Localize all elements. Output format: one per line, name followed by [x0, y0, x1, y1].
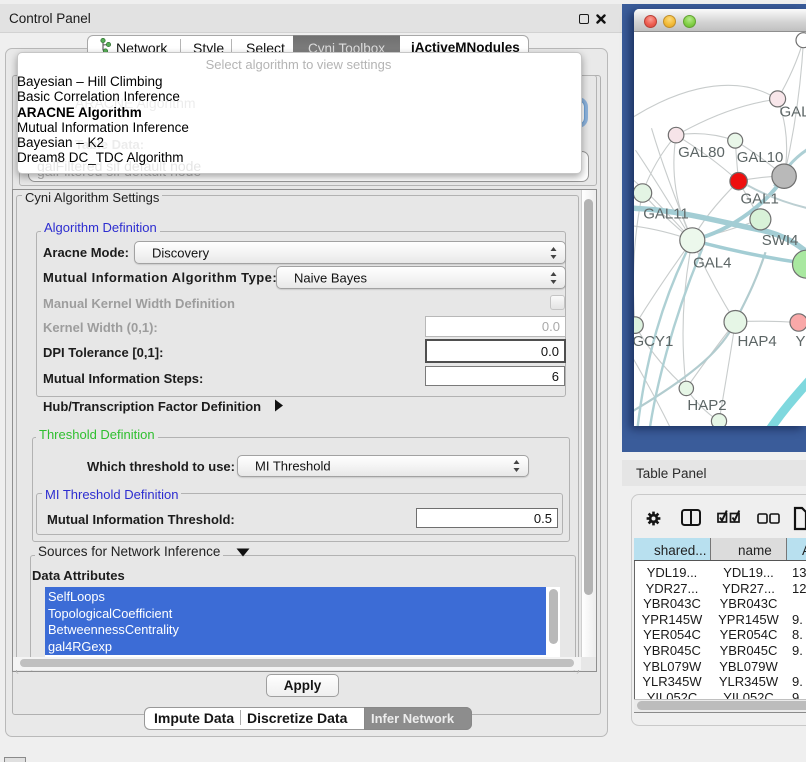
svg-text:SWI4: SWI4	[762, 232, 799, 249]
svg-text:Y: Y	[796, 333, 806, 350]
svg-text:HAP4: HAP4	[738, 333, 777, 350]
svg-text:GAL11: GAL11	[643, 206, 689, 223]
svg-text:GAL7: GAL7	[780, 103, 806, 120]
svg-text:GAL80: GAL80	[678, 144, 725, 161]
svg-text:GCY1: GCY1	[634, 333, 673, 350]
svg-text:HAP2: HAP2	[687, 397, 726, 414]
svg-text:GAL1: GAL1	[741, 191, 779, 208]
svg-text:GAL10: GAL10	[737, 149, 784, 166]
svg-text:GAL4: GAL4	[693, 254, 731, 271]
